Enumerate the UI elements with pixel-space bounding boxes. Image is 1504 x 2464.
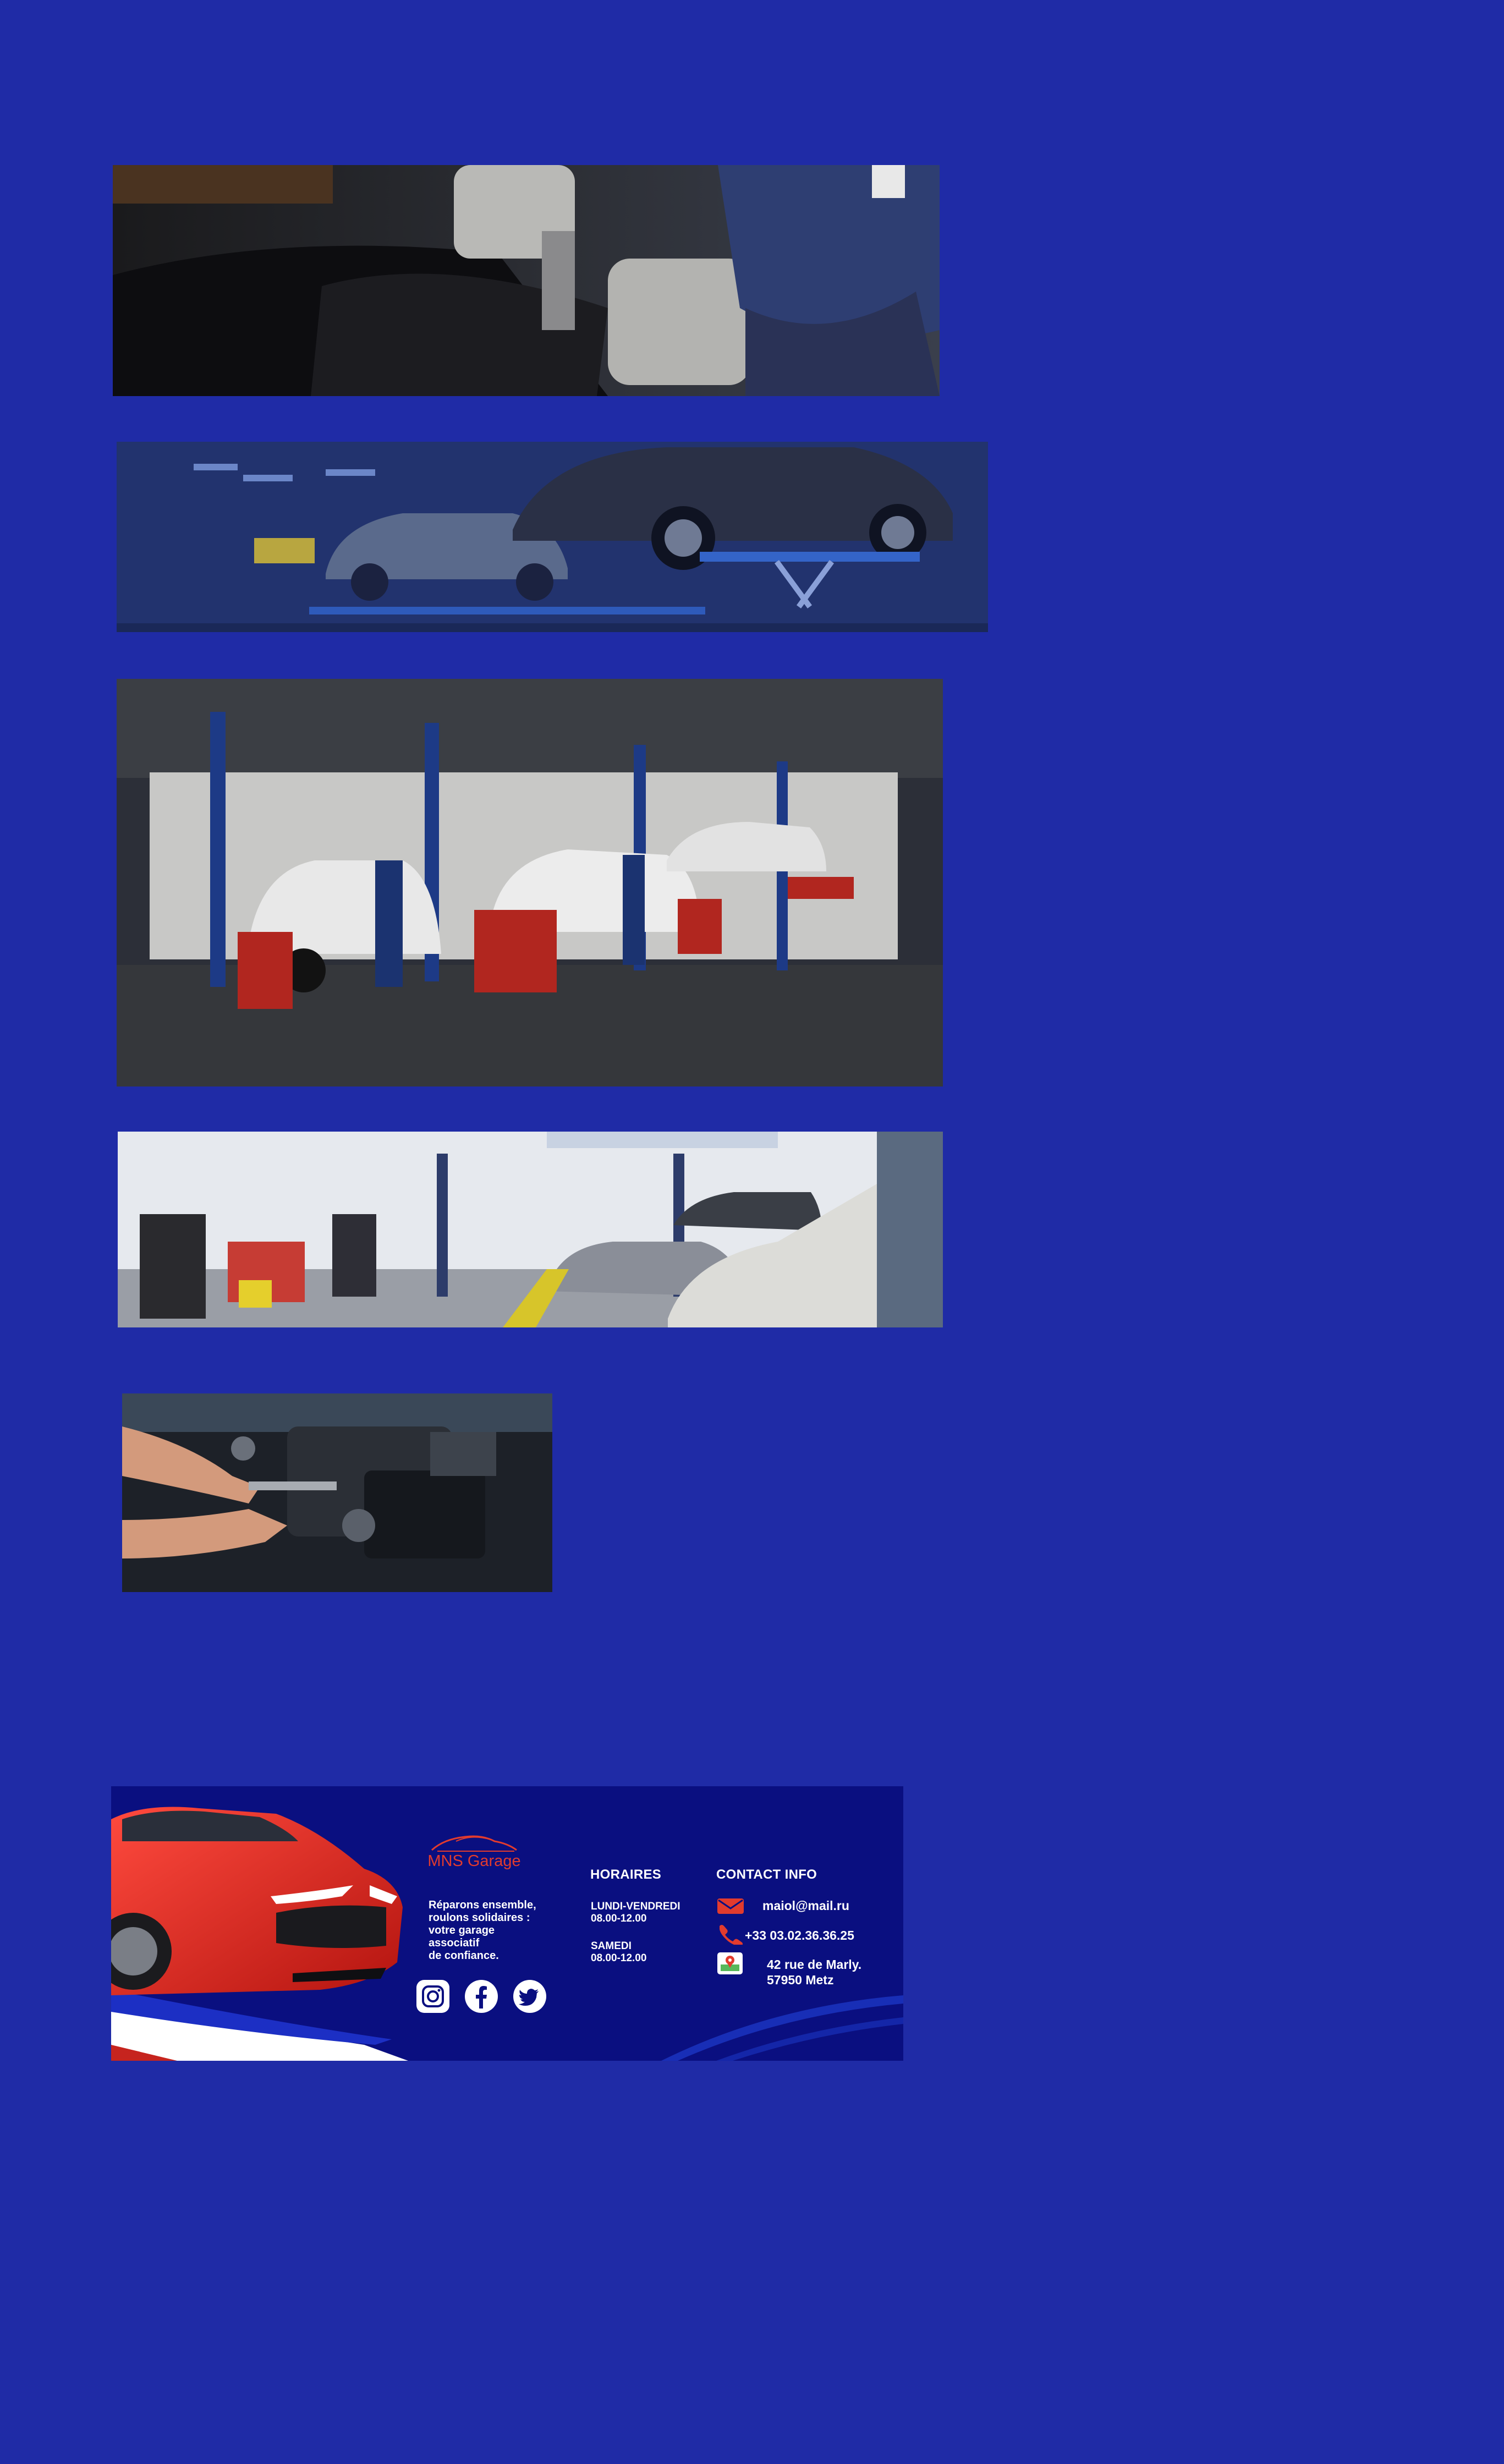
map-pin-icon	[716, 1952, 745, 1974]
social-links	[415, 1979, 547, 2014]
hours-title: HORAIRES	[590, 1867, 662, 1882]
email-text: maiol@mail.ru	[762, 1898, 849, 1913]
weekday-hours: LUNDI-VENDREDI 08.00-12.00	[591, 1901, 680, 1925]
contact-address[interactable]: 42 rue de Marly. 57950 Metz	[716, 1952, 861, 1988]
saturday-label: SAMEDI	[591, 1940, 632, 1952]
instagram-icon[interactable]	[415, 1979, 451, 2014]
service-bay-vans-photo	[118, 1132, 943, 1327]
saturday-hours: SAMEDI 08.00-12.00	[591, 1940, 646, 1964]
weekday-time: 08.00-12.00	[591, 1913, 647, 1924]
cars-on-lifts-garage-photo	[117, 442, 988, 632]
phone-text: +33 03.02.36.36.25	[745, 1928, 854, 1942]
car-logo-icon	[431, 1835, 517, 1852]
address-line-1: 42 rue de Marly.	[767, 1957, 862, 1972]
brand-name: MNS Garage	[427, 1852, 521, 1870]
hands-repairing-engine-photo	[122, 1393, 552, 1592]
address-text: 42 rue de Marly. 57950 Metz	[767, 1957, 861, 1988]
address-line-2: 57950 Metz	[767, 1973, 834, 1987]
saturday-time: 08.00-12.00	[591, 1952, 647, 1964]
contact-phone[interactable]: +33 03.02.36.36.25	[716, 1923, 854, 1945]
mechanic-wrench-engine-photo	[113, 165, 940, 396]
twitter-icon[interactable]	[512, 1979, 547, 2014]
footer-tagline: Réparons ensemble, roulons solidaires : …	[429, 1899, 536, 1962]
facebook-icon[interactable]	[464, 1979, 499, 2014]
contact-title: CONTACT INFO	[716, 1867, 817, 1882]
weekday-label: LUNDI-VENDREDI	[591, 1901, 680, 1912]
mail-icon	[716, 1895, 745, 1917]
phone-icon	[716, 1923, 745, 1945]
site-footer: MNS Garage Réparons ensemble, roulons so…	[111, 1786, 903, 2061]
contact-email[interactable]: maiol@mail.ru	[716, 1895, 849, 1917]
garage-workshop-mechanics-photo	[117, 679, 943, 1086]
brand-logo[interactable]: MNS Garage	[419, 1830, 529, 1870]
